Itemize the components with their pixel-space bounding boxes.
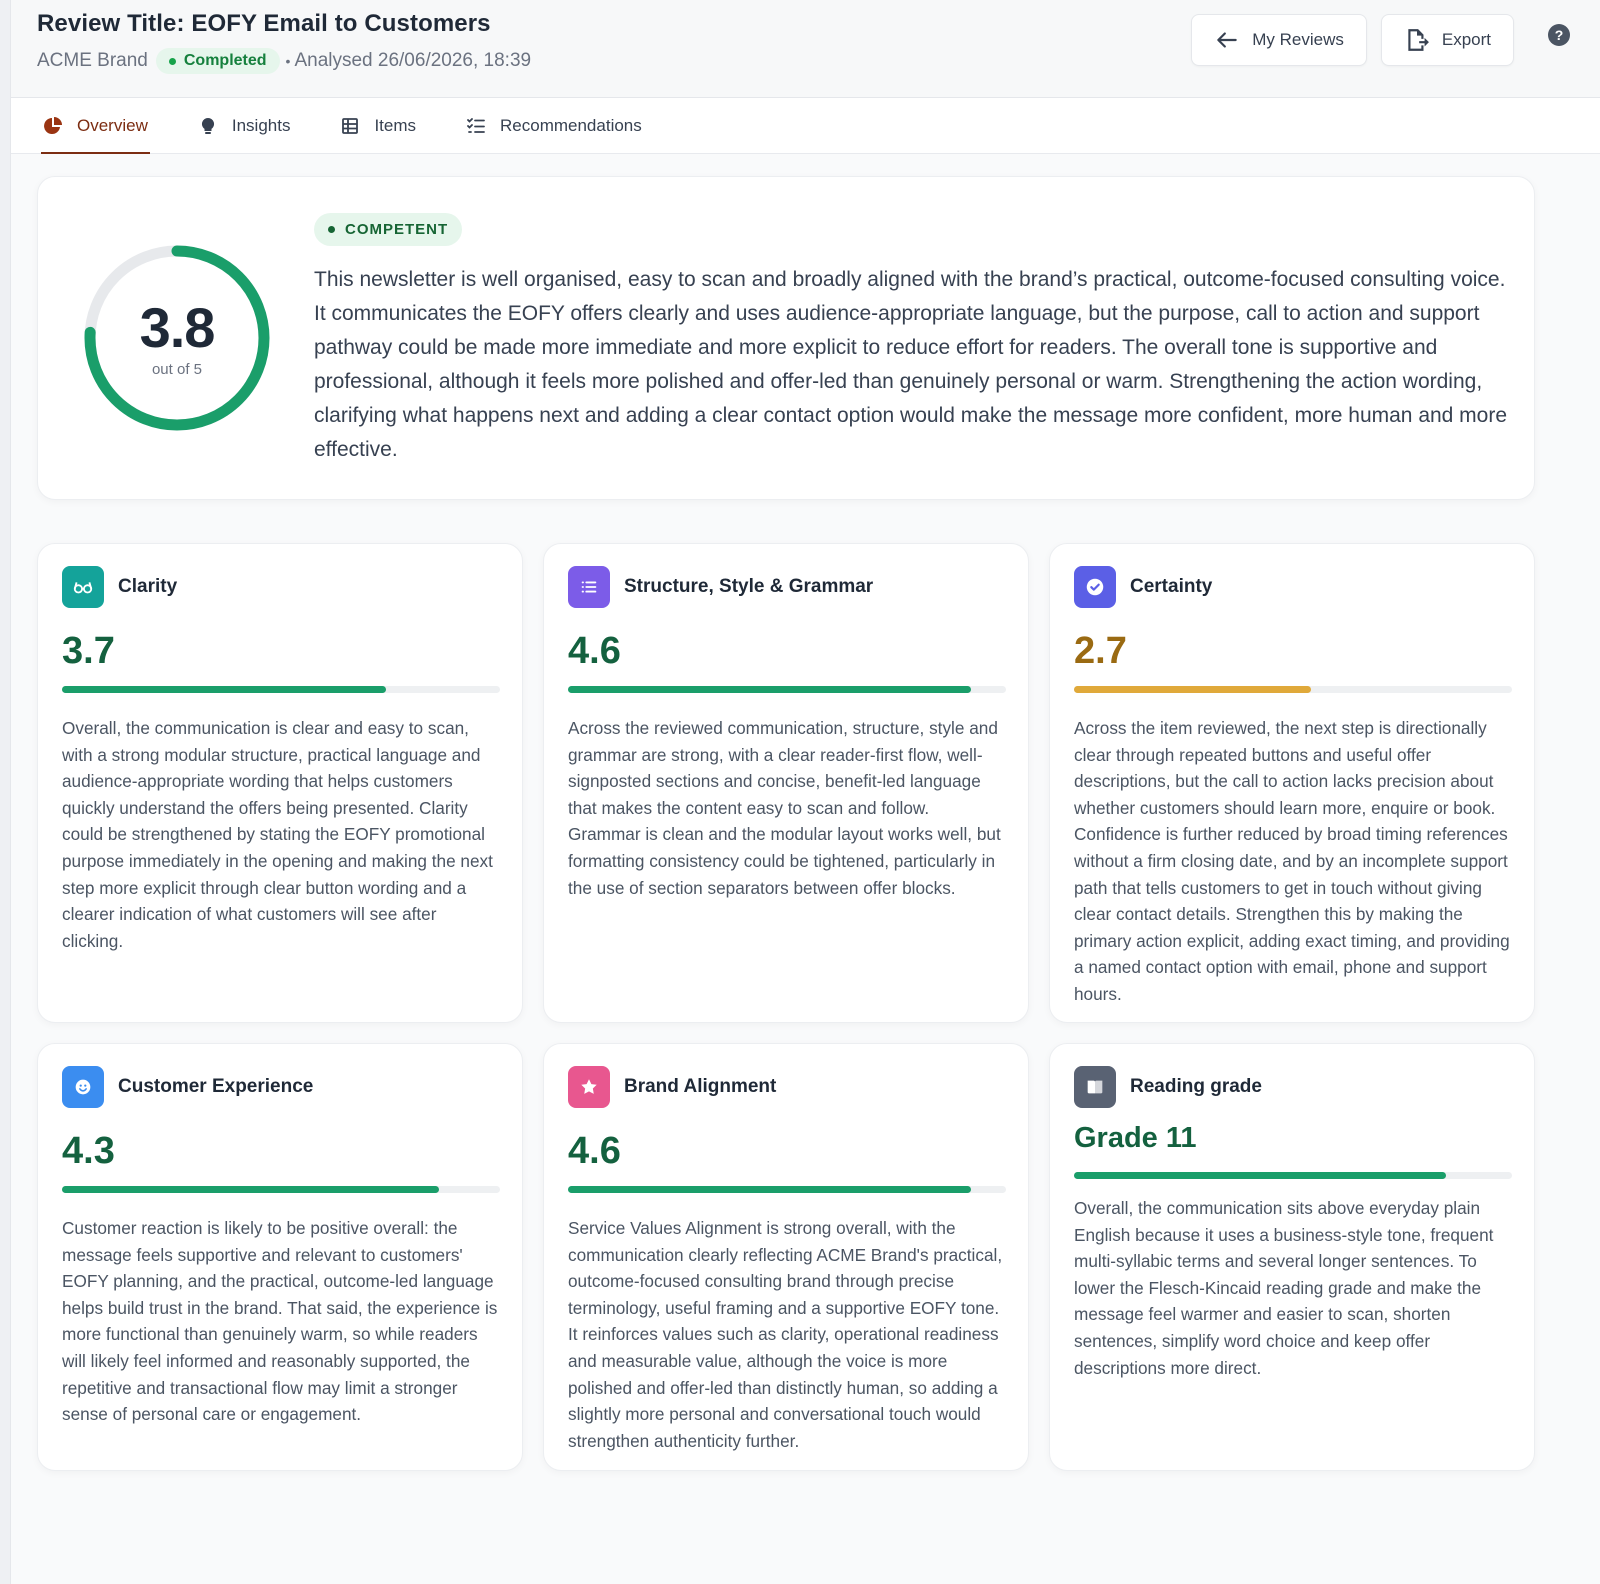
- score-bar-fill: [568, 686, 971, 693]
- header-meta: ACME Brand Completed • Analysed 26/06/20…: [37, 48, 531, 74]
- separator-dot: •: [285, 53, 291, 69]
- score-bar-fill: [62, 686, 387, 693]
- card-header: Reading grade: [1074, 1066, 1510, 1108]
- card-title: Reading grade: [1130, 1076, 1262, 1097]
- score-bar: [568, 1186, 1006, 1193]
- score-bar-fill: [568, 1186, 971, 1193]
- score-bar-fill: [1074, 686, 1311, 693]
- tab-insights[interactable]: Insights: [196, 98, 293, 153]
- card-title: Certainty: [1130, 576, 1213, 597]
- header-info: Review Title: EOFY Email to Customers AC…: [37, 10, 531, 74]
- overall-summary-card: 3.8 out of 5 COMPETENT This newsletter i…: [37, 176, 1535, 500]
- metric-card-customer-experience: Customer Experience 4.3 Customer reactio…: [37, 1043, 523, 1471]
- page-title: Review Title: EOFY Email to Customers: [37, 10, 491, 37]
- tab-bar: Overview Insights Items Recommendations: [11, 98, 1600, 154]
- card-text: Service Values Alignment is strong overa…: [568, 1218, 1003, 1451]
- card-text: Overall, the communication sits above ev…: [1074, 1198, 1494, 1378]
- summary-text: This newsletter is well organised, easy …: [314, 268, 1508, 461]
- book-icon: [1074, 1066, 1116, 1108]
- glasses-icon: [62, 566, 104, 608]
- card-title: Clarity: [118, 576, 178, 597]
- rating-label: COMPETENT: [345, 221, 449, 238]
- metric-card-reading-grade: Reading grade Grade 11 Overall, the comm…: [1049, 1043, 1535, 1471]
- card-score: 3.7: [62, 630, 115, 672]
- app-frame: Review Title: EOFY Email to Customers AC…: [10, 0, 1600, 1584]
- checklist-icon: [467, 117, 485, 133]
- tab-label: Insights: [231, 115, 291, 135]
- score-bar-fill: [1074, 1172, 1447, 1179]
- card-title: Structure, Style & Grammar: [624, 576, 874, 597]
- tab-overview[interactable]: Overview: [41, 98, 150, 154]
- analysed-timestamp: Analysed 26/06/2026, 18:39: [294, 50, 532, 71]
- card-text: Customer reaction is likely to be positi…: [62, 1218, 498, 1425]
- pie-chart-icon: [44, 116, 62, 134]
- card-title: Customer Experience: [118, 1076, 314, 1097]
- check-badge-icon: [1074, 566, 1116, 608]
- rating-dot-icon: [328, 226, 335, 233]
- card-score: 4.6: [568, 630, 621, 672]
- tab-label: Recommendations: [500, 115, 642, 135]
- my-reviews-label: My Reviews: [1252, 30, 1344, 49]
- score-bar: [568, 686, 1006, 693]
- tab-label: Items: [374, 115, 417, 135]
- score-bar: [62, 1186, 500, 1193]
- tab-recommendations[interactable]: Recommendations: [464, 98, 644, 153]
- card-score: 2.7: [1074, 630, 1127, 672]
- metric-card-brand-alignment: Brand Alignment 4.6 Service Values Align…: [543, 1043, 1029, 1471]
- card-header: Structure, Style & Grammar: [568, 566, 1004, 608]
- card-header: Customer Experience: [62, 1066, 498, 1108]
- page-header: Review Title: EOFY Email to Customers AC…: [11, 0, 1600, 98]
- smile-icon: [62, 1066, 104, 1108]
- card-title: Brand Alignment: [624, 1076, 777, 1097]
- status-label: Completed: [183, 52, 267, 69]
- score-bar-fill: [62, 1186, 439, 1193]
- card-score: 4.6: [568, 1130, 621, 1172]
- card-header: Certainty: [1074, 566, 1510, 608]
- score-bar: [1074, 686, 1512, 693]
- tab-label: Overview: [77, 115, 148, 135]
- star-icon: [568, 1066, 610, 1108]
- card-score: 4.3: [62, 1130, 115, 1172]
- card-score: Grade 11: [1074, 1122, 1197, 1154]
- card-header: Brand Alignment: [568, 1066, 1004, 1108]
- score-bar: [62, 686, 500, 693]
- export-label: Export: [1441, 30, 1491, 49]
- table-icon: [342, 117, 359, 134]
- help-icon[interactable]: ?: [1548, 24, 1570, 46]
- metric-card-clarity: Clarity 3.7 Overall, the communication i…: [37, 543, 523, 1023]
- brand-name: ACME Brand: [37, 50, 148, 71]
- tab-items[interactable]: Items: [338, 98, 418, 153]
- header-actions: My Reviews Export ?: [1191, 14, 1574, 66]
- metric-card-structure: Structure, Style & Grammar 4.6 Across th…: [543, 543, 1029, 1023]
- my-reviews-button[interactable]: My Reviews: [1191, 14, 1367, 66]
- score-bar: [1074, 1172, 1512, 1179]
- status-badge: Completed: [155, 48, 280, 74]
- card-text: Across the reviewed communication, struc…: [568, 718, 1001, 898]
- lightbulb-icon: [201, 117, 214, 134]
- arrow-left-icon: [1217, 32, 1237, 48]
- file-export-icon: [1408, 29, 1429, 51]
- status-dot-icon: [168, 57, 176, 65]
- overall-score-sub: out of 5: [151, 361, 203, 378]
- card-text: Overall, the communication is clear and …: [62, 718, 493, 951]
- overall-score: 3.8: [139, 296, 216, 359]
- metric-card-certainty: Certainty 2.7 Across the item reviewed, …: [1049, 543, 1535, 1023]
- export-button[interactable]: Export: [1380, 14, 1514, 66]
- rating-badge: COMPETENT: [314, 213, 463, 246]
- card-header: Clarity: [62, 566, 498, 608]
- card-text: Across the item reviewed, the next step …: [1074, 718, 1510, 1004]
- list-icon: [568, 566, 610, 608]
